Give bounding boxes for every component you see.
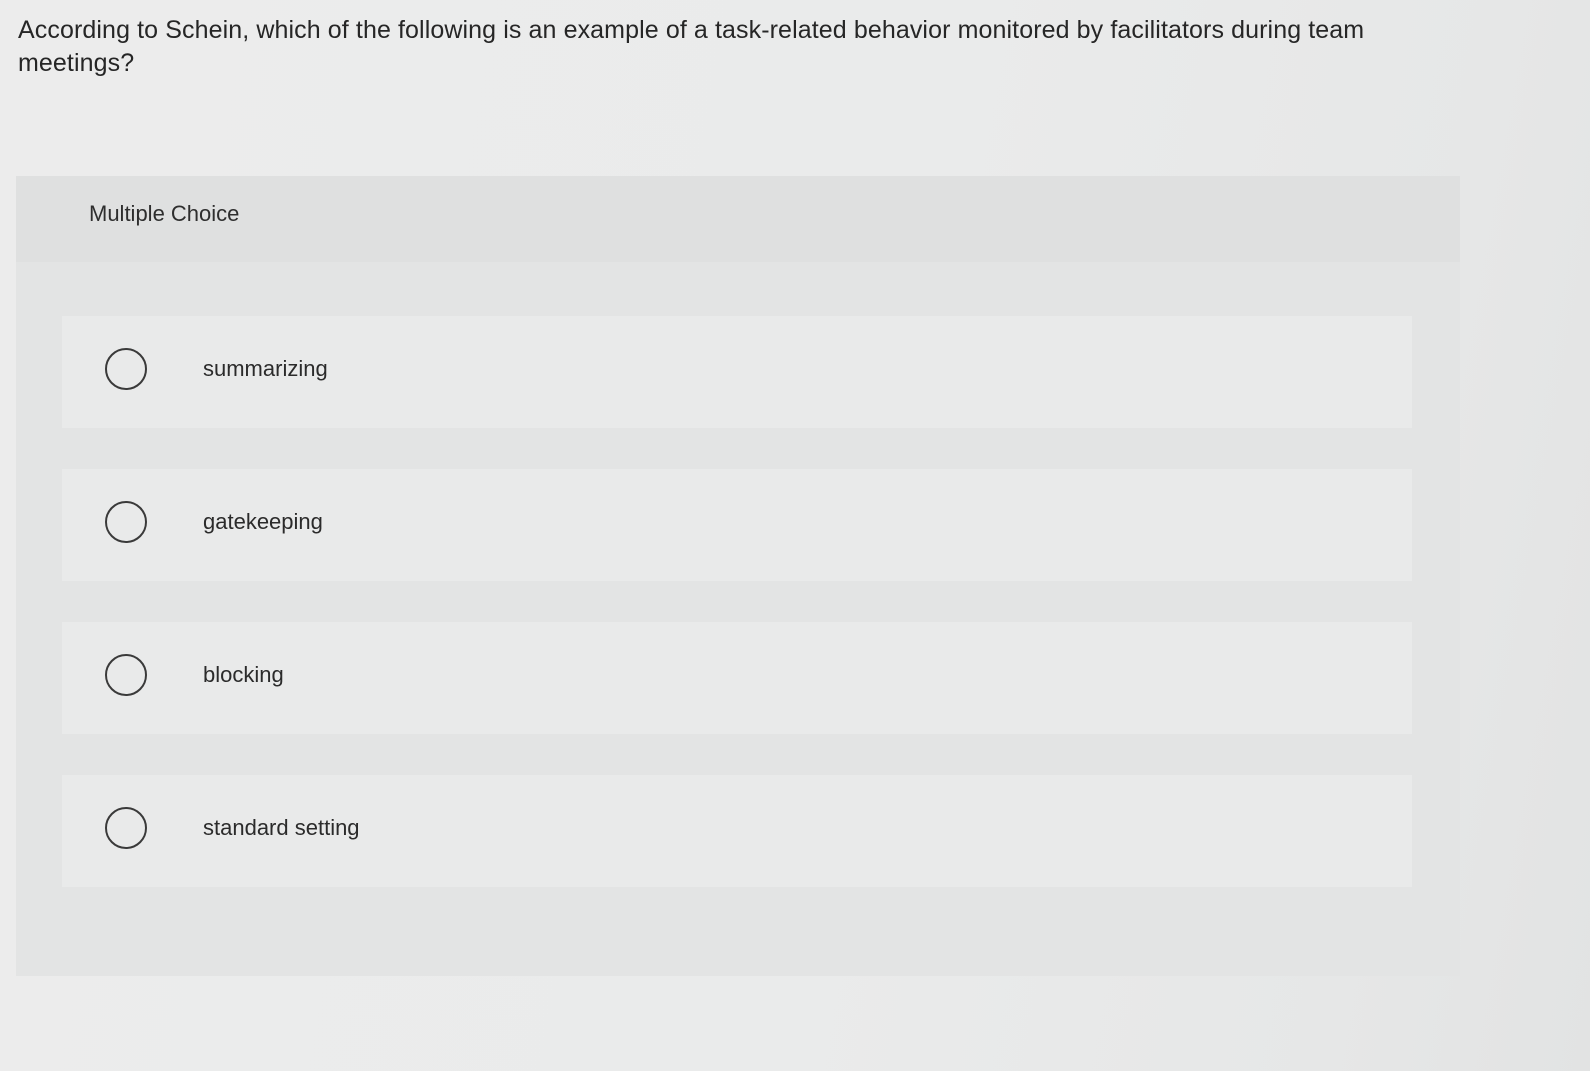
option-blocking[interactable]: blocking <box>62 622 1412 734</box>
option-summarizing[interactable]: summarizing <box>62 316 1412 428</box>
radio-button[interactable] <box>105 807 147 849</box>
option-label: summarizing <box>203 356 328 381</box>
multiple-choice-panel: Multiple Choice summarizing gatekeeping … <box>16 176 1460 976</box>
multiple-choice-header-label: Multiple Choice <box>89 201 240 226</box>
option-label: gatekeeping <box>203 509 323 534</box>
radio-button[interactable] <box>105 654 147 696</box>
multiple-choice-header: Multiple Choice <box>16 176 1460 262</box>
option-label: standard setting <box>203 815 360 840</box>
option-standard-setting[interactable]: standard setting <box>62 775 1412 887</box>
radio-button[interactable] <box>105 501 147 543</box>
radio-button[interactable] <box>105 348 147 390</box>
option-gatekeeping[interactable]: gatekeeping <box>62 469 1412 581</box>
question-text: According to Schein, which of the follow… <box>18 16 1365 77</box>
option-label: blocking <box>203 662 284 687</box>
